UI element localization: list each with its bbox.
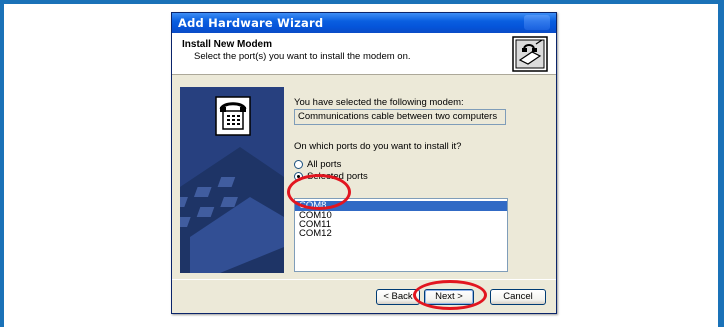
- ports-question-label: On which ports do you want to install it…: [294, 141, 462, 152]
- window-title: Add Hardware Wizard: [178, 16, 324, 30]
- back-button[interactable]: < Back: [376, 289, 420, 305]
- titlebar-button-area: [524, 15, 550, 30]
- footer-divider: [172, 279, 556, 280]
- radio-selected-ports-label: Selected ports: [307, 170, 368, 182]
- modem-name-field: Communications cable between two compute…: [294, 109, 506, 125]
- radio-selected-ports[interactable]: Selected ports: [294, 170, 368, 182]
- radio-all-ports-button[interactable]: [294, 159, 303, 169]
- radio-all-ports[interactable]: All ports: [294, 158, 341, 170]
- radio-all-ports-label: All ports: [307, 158, 342, 170]
- header-subtitle: Select the port(s) you want to install t…: [194, 51, 411, 62]
- wizard-header: Install New Modem Select the port(s) you…: [172, 33, 556, 75]
- port-listbox[interactable]: COM8 COM10 COM11 COM12: [294, 198, 508, 272]
- next-button[interactable]: Next >: [424, 289, 474, 305]
- port-item-com12[interactable]: COM12: [295, 229, 507, 239]
- add-hardware-wizard-dialog: Add Hardware Wizard Install New Modem Se…: [171, 12, 557, 314]
- telephone-icon: [219, 102, 247, 130]
- wizard-banner: [180, 87, 284, 273]
- title-bar[interactable]: Add Hardware Wizard: [172, 13, 556, 33]
- radio-selected-ports-button[interactable]: [294, 171, 303, 181]
- selected-modem-label: You have selected the following modem:: [294, 97, 464, 108]
- modem-wizard-icon: [512, 36, 548, 72]
- header-title: Install New Modem: [182, 39, 273, 50]
- cancel-button[interactable]: Cancel: [490, 289, 546, 305]
